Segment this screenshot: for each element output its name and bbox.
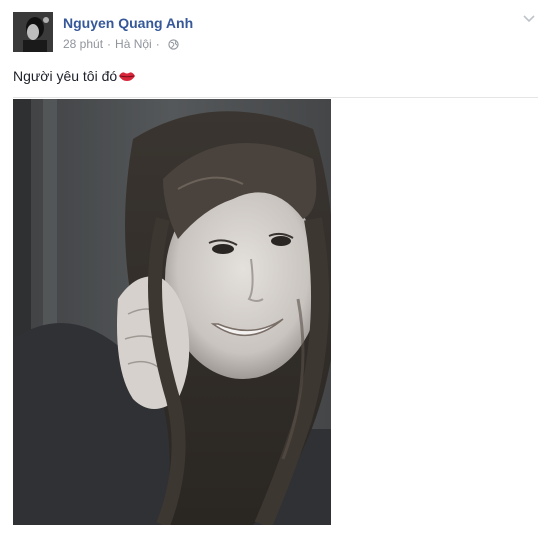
post-location[interactable]: Hà Nội [115, 37, 152, 51]
avatar-image [13, 12, 53, 52]
post-message-text: Người yêu tôi đó [13, 68, 118, 84]
divider [13, 97, 538, 98]
photo-image [13, 99, 331, 525]
meta-separator: · [107, 37, 112, 51]
post-photo[interactable] [13, 99, 331, 525]
author-avatar[interactable] [13, 12, 53, 52]
feed-post: Nguyen Quang Anh 28 phút · Hà Nội · Ngườ… [0, 0, 550, 547]
chevron-down-icon[interactable] [522, 12, 536, 26]
meta-separator-2: · [155, 37, 160, 51]
lips-icon [119, 72, 136, 81]
author-name-link[interactable]: Nguyen Quang Anh [63, 15, 193, 31]
post-timestamp[interactable]: 28 phút [63, 37, 103, 51]
post-meta: 28 phút · Hà Nội · [63, 37, 179, 51]
post-message: Người yêu tôi đó [13, 68, 136, 84]
globe-icon[interactable] [168, 38, 179, 50]
